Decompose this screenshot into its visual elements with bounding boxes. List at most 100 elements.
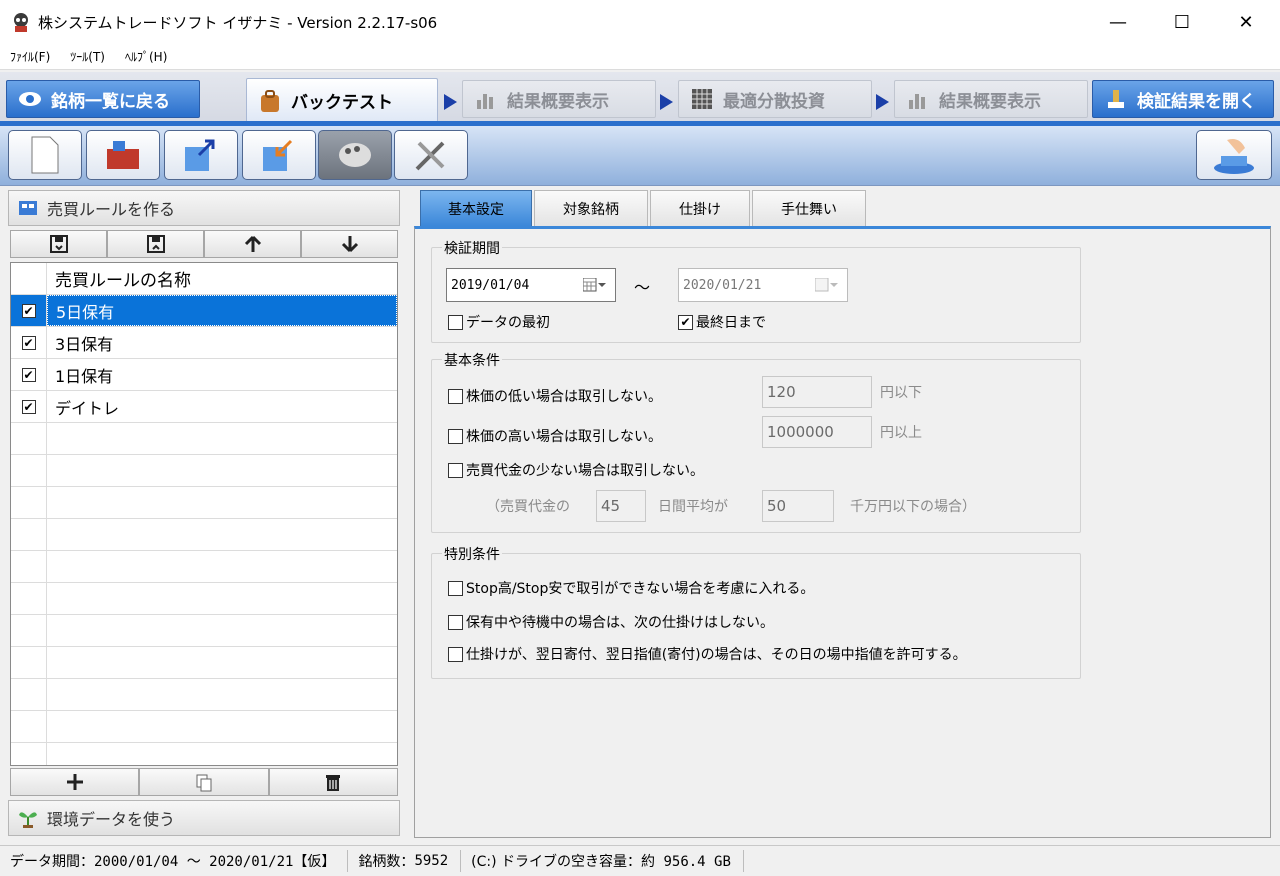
save-up-button[interactable] (107, 230, 204, 258)
plus-icon (66, 774, 83, 790)
volume-prefix: （売買代金の (486, 499, 570, 515)
high-price-unit: 円以上 (880, 425, 922, 441)
menu-file[interactable]: ﾌｧｲﾙ(F) (0, 48, 60, 65)
empty-row (11, 423, 397, 455)
rule-checkbox[interactable]: ✔ (21, 335, 36, 350)
checkbox-box[interactable] (448, 462, 463, 478)
rule-row[interactable]: ✔ 1日保有 (11, 359, 397, 391)
allow-intraday-limit-checkbox[interactable]: 仕掛けが、翌日寄付、翌日指値(寄付)の場合は、その日の場中指値を許可する。 (448, 644, 967, 664)
toolbox-icon (107, 141, 139, 169)
rule-checkbox-cell[interactable]: ✔ (11, 327, 47, 358)
save-down-button[interactable] (10, 230, 107, 258)
empty-row (11, 551, 397, 583)
rule-row[interactable]: ✔ 5日保有 (11, 295, 397, 327)
move-up-button[interactable] (204, 230, 301, 258)
save-icon (146, 235, 165, 253)
start-date-picker[interactable]: 2019/01/04 (446, 268, 616, 302)
special-conditions-group: 特別条件 Stop高/Stop安で取引ができない場合を考慮に入れる。 保有中や待… (431, 544, 1081, 679)
low-price-checkbox[interactable]: 株価の低い場合は取引しない。 (448, 386, 662, 406)
low-volume-checkbox[interactable]: 売買代金の少ない場合は取引しない。 (448, 460, 704, 480)
palette-button[interactable] (318, 130, 392, 180)
empty-row (11, 679, 397, 711)
title-bar: 株システムトレードソフト イザナミ - Version 2.2.17-s06 —… (0, 0, 1280, 44)
result-summary-tab-2[interactable]: 結果概要表示 (894, 80, 1088, 118)
bag-icon (261, 89, 279, 112)
to-last-checkbox[interactable]: ✔ 最終日まで (678, 312, 766, 332)
settings-tools-button[interactable] (394, 130, 468, 180)
rule-checkbox-cell[interactable]: ✔ (11, 359, 47, 390)
copy-rule-button[interactable] (139, 768, 269, 796)
checkbox-box[interactable] (448, 580, 463, 596)
checkbox-box[interactable] (448, 646, 463, 662)
tab-entry[interactable]: 仕掛け (650, 190, 750, 226)
rule-name: 1日保有 (55, 366, 114, 386)
volume-mid: 日間平均が (658, 499, 728, 515)
data-period-value: 2000/01/04 ～ 2020/01/21【仮】 (94, 854, 336, 870)
backtest-tab[interactable]: バックテスト (246, 78, 438, 122)
rule-name: デイトレ (55, 398, 120, 418)
hand-press-icon (1214, 139, 1254, 174)
delete-rule-button[interactable] (268, 768, 398, 796)
minimize-button[interactable]: — (1086, 0, 1150, 44)
checkbox-box[interactable] (448, 314, 463, 330)
move-down-button[interactable] (301, 230, 398, 258)
low-volume-label: 売買代金の少ない場合は取引しない。 (466, 463, 704, 479)
step-arrow-icon (876, 94, 889, 110)
checkbox-box[interactable]: ✔ (678, 314, 693, 330)
empty-row (11, 519, 397, 551)
menu-tools[interactable]: ﾂｰﾙ(T) (60, 48, 115, 65)
rule-checkbox-cell[interactable]: ✔ (11, 391, 47, 422)
no-entry-while-holding-checkbox[interactable]: 保有中や待機中の場合は、次の仕掛けはしない。 (448, 612, 774, 632)
to-last-label: 最終日まで (696, 315, 766, 331)
rule-toolbox-button[interactable] (86, 130, 160, 180)
empty-row (11, 743, 397, 765)
copy-icon (196, 774, 212, 792)
app-window: 株システムトレードソフト イザナミ - Version 2.2.17-s06 —… (0, 0, 1280, 876)
checkbox-box[interactable] (448, 428, 463, 444)
import-icon (263, 139, 293, 171)
run-backtest-button[interactable] (1196, 130, 1272, 180)
open-results-tab[interactable]: 検証結果を開く (1092, 80, 1274, 118)
menu-help[interactable]: ﾍﾙﾌﾟ(H) (115, 48, 177, 65)
rule-checkbox[interactable]: ✔ (21, 367, 36, 382)
high-price-label: 株価の高い場合は取引しない。 (466, 429, 662, 445)
export-button[interactable] (164, 130, 238, 180)
new-rule-button[interactable] (8, 130, 82, 180)
add-rule-button[interactable] (10, 768, 140, 796)
rule-checkbox[interactable]: ✔ (21, 399, 36, 414)
basic-conditions-label: 基本条件 (442, 350, 502, 370)
step-arrow-icon (444, 94, 457, 110)
rule-list-header: 売買ルールの名称 (11, 263, 397, 295)
tab-target-stocks[interactable]: 対象銘柄 (534, 190, 648, 226)
empty-row (11, 583, 397, 615)
workflow-tabs: 銘柄一覧に戻る バックテスト 結果概要表示 最適分散投資 結果概要表示 検証結果… (0, 72, 1280, 122)
tab-exit[interactable]: 手仕舞い (752, 190, 866, 226)
rule-checkbox[interactable]: ✔ (21, 303, 36, 318)
environment-data-header[interactable]: 環境データを使う (8, 800, 400, 836)
high-price-checkbox[interactable]: 株価の高い場合は取引しない。 (448, 426, 662, 446)
from-first-checkbox[interactable]: データの最初 (448, 312, 550, 332)
close-button[interactable]: ✕ (1214, 0, 1278, 44)
rule-row[interactable]: ✔ 3日保有 (11, 327, 397, 359)
palette-icon (339, 143, 371, 167)
save-icon (49, 235, 68, 253)
rule-name: 5日保有 (47, 295, 397, 326)
sprout-icon (19, 812, 37, 828)
drive-space-label: (C:) ドライブの空き容量： (471, 854, 642, 870)
optimal-allocation-tab[interactable]: 最適分散投資 (678, 80, 872, 118)
maximize-button[interactable]: ☐ (1150, 0, 1214, 44)
rule-checkbox-cell[interactable]: ✔ (11, 295, 47, 326)
import-button[interactable] (242, 130, 316, 180)
checkbox-box[interactable] (448, 614, 463, 630)
checkbox-box[interactable] (448, 388, 463, 404)
result-summary-tab-1[interactable]: 結果概要表示 (462, 80, 656, 118)
rule-row[interactable]: ✔ デイトレ (11, 391, 397, 423)
calendar-dropdown-icon (815, 278, 839, 292)
tab-basic-settings[interactable]: 基本設定 (420, 190, 532, 226)
allow-intraday-limit-label: 仕掛けが、翌日寄付、翌日指値(寄付)の場合は、その日の場中指値を許可する。 (466, 647, 967, 663)
rule-section-header[interactable]: 売買ルールを作る (8, 190, 400, 226)
back-to-list-tab[interactable]: 銘柄一覧に戻る (6, 80, 200, 118)
stock-count-label: 銘柄数： (358, 854, 415, 870)
stop-limit-checkbox[interactable]: Stop高/Stop安で取引ができない場合を考慮に入れる。 (448, 578, 814, 598)
calendar-dropdown-icon[interactable] (583, 278, 607, 292)
